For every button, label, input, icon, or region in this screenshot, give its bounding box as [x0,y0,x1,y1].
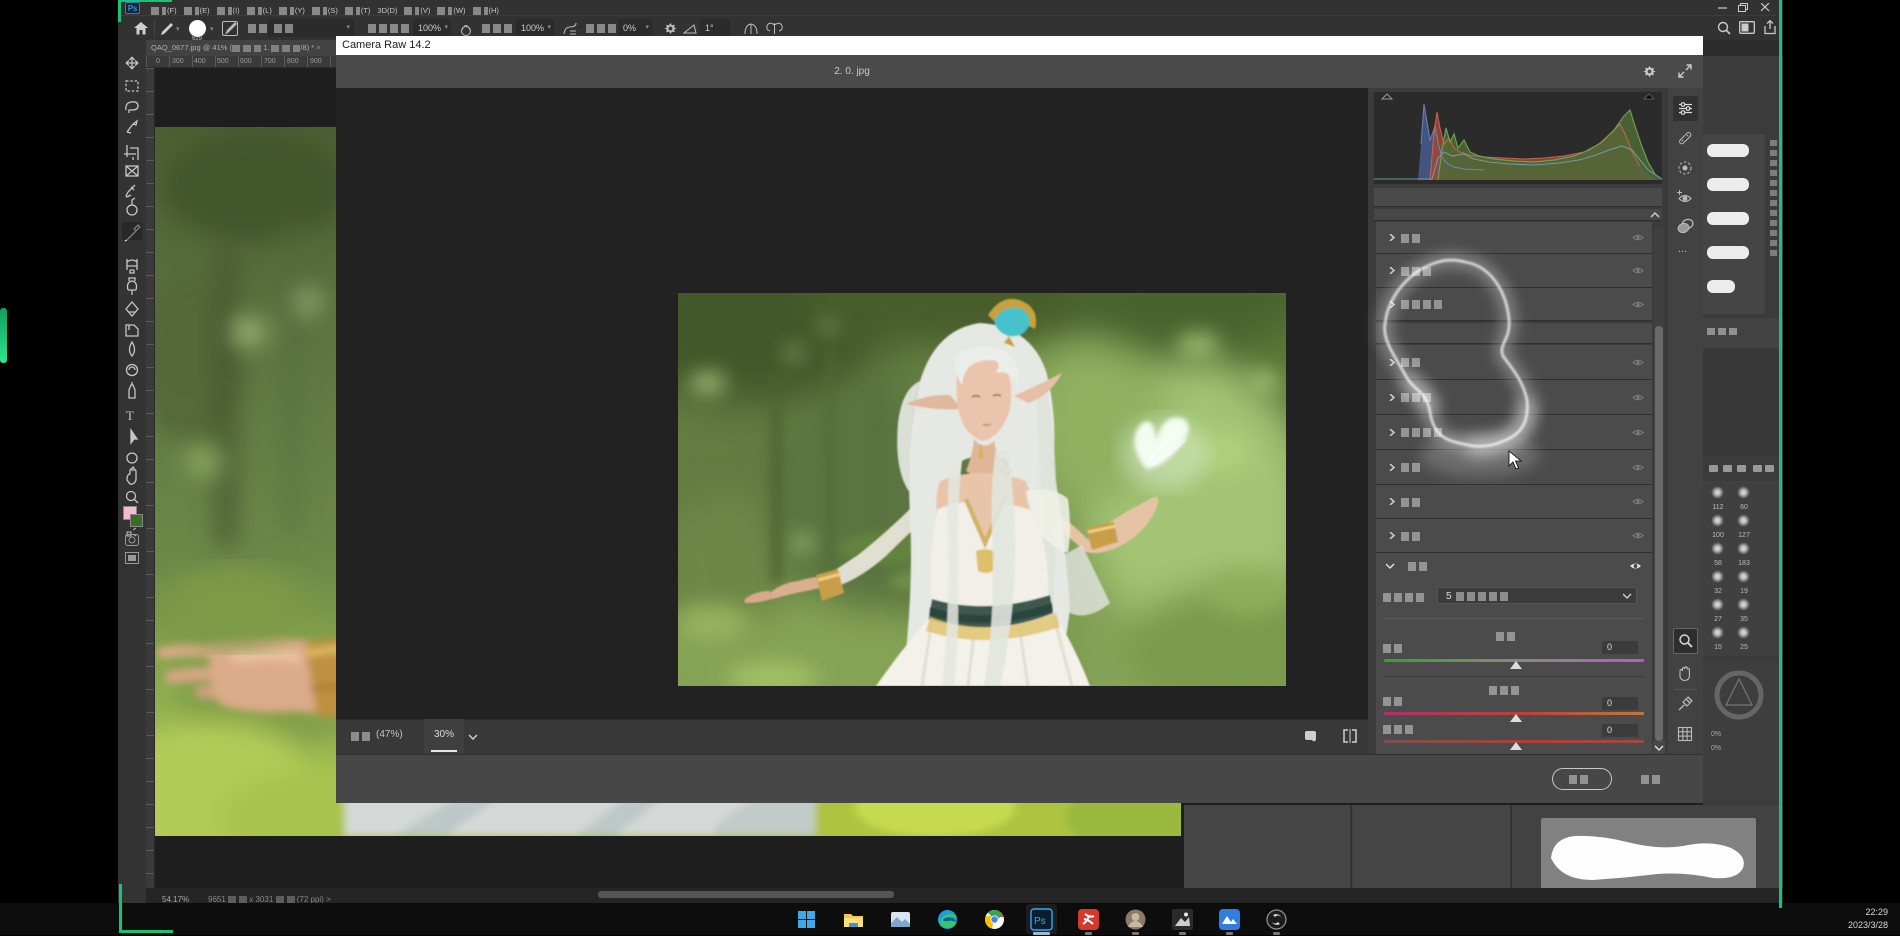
svg-text:T: T [126,408,134,423]
svg-text:Ps: Ps [1034,916,1046,927]
